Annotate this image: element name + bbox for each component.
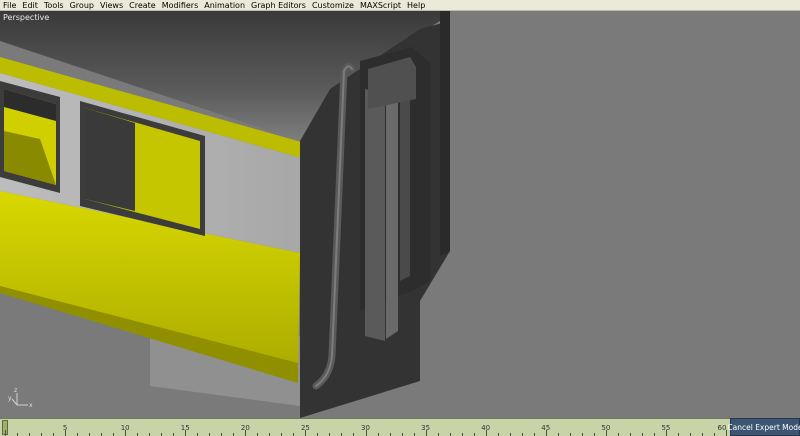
3dsmax-window: File Edit Tools Group Views Create Modif… — [0, 0, 800, 436]
scene-render: x z y — [0, 11, 450, 418]
menu-maxscript[interactable]: MAXScript — [357, 0, 404, 11]
window-shadow-2 — [85, 108, 135, 211]
cancel-expert-mode-button[interactable]: Cancel Expert Mode — [727, 418, 800, 436]
timeline-frame-label: 30 — [361, 424, 370, 432]
door-panel-middle — [386, 91, 398, 339]
menu-tools[interactable]: Tools — [41, 0, 67, 11]
end-cab-edge — [440, 11, 450, 256]
timeline-frame-label: 5 — [62, 424, 68, 432]
menu-views[interactable]: Views — [97, 0, 126, 11]
door-panel-right — [400, 85, 410, 281]
menu-file[interactable]: File — [0, 0, 19, 11]
timeline-frame-label: 55 — [661, 424, 671, 432]
timeline-frame-label: 15 — [180, 424, 190, 432]
timeline-frame-label: 50 — [601, 424, 611, 432]
menu-modifiers[interactable]: Modifiers — [159, 0, 202, 11]
axis-z-label: z — [14, 387, 17, 394]
menu-bar: File Edit Tools Group Views Create Modif… — [0, 0, 800, 11]
timeline-frame-label: 40 — [481, 424, 491, 432]
menu-customize[interactable]: Customize — [309, 0, 357, 11]
menu-animation[interactable]: Animation — [201, 0, 248, 11]
timeline-frame-label: 25 — [300, 424, 310, 432]
menu-graph-editors[interactable]: Graph Editors — [248, 0, 309, 11]
timeline-frame-label: 60 — [717, 424, 727, 432]
timeline-bar[interactable]: 5 10 15 20 25 30 35 40 45 50 55 60 — [0, 418, 730, 436]
axis-gizmo: x z y — [8, 387, 33, 409]
axis-x-label: x — [29, 402, 33, 409]
axis-y-label: y — [8, 395, 12, 402]
timeline-frame-label: 45 — [541, 424, 551, 432]
door-panel-left — [365, 89, 385, 341]
menu-create[interactable]: Create — [126, 0, 159, 11]
viewport-label[interactable]: Perspective — [3, 13, 49, 22]
menu-help[interactable]: Help — [404, 0, 428, 11]
menu-group[interactable]: Group — [67, 0, 97, 11]
timeline-frame-label: 10 — [120, 424, 130, 432]
perspective-viewport[interactable]: Perspective x z y — [0, 11, 800, 418]
timeline-frame-label: 35 — [421, 424, 431, 432]
timeline-frame-label: 20 — [240, 424, 250, 432]
menu-edit[interactable]: Edit — [19, 0, 41, 11]
timeline-tick — [5, 430, 6, 436]
